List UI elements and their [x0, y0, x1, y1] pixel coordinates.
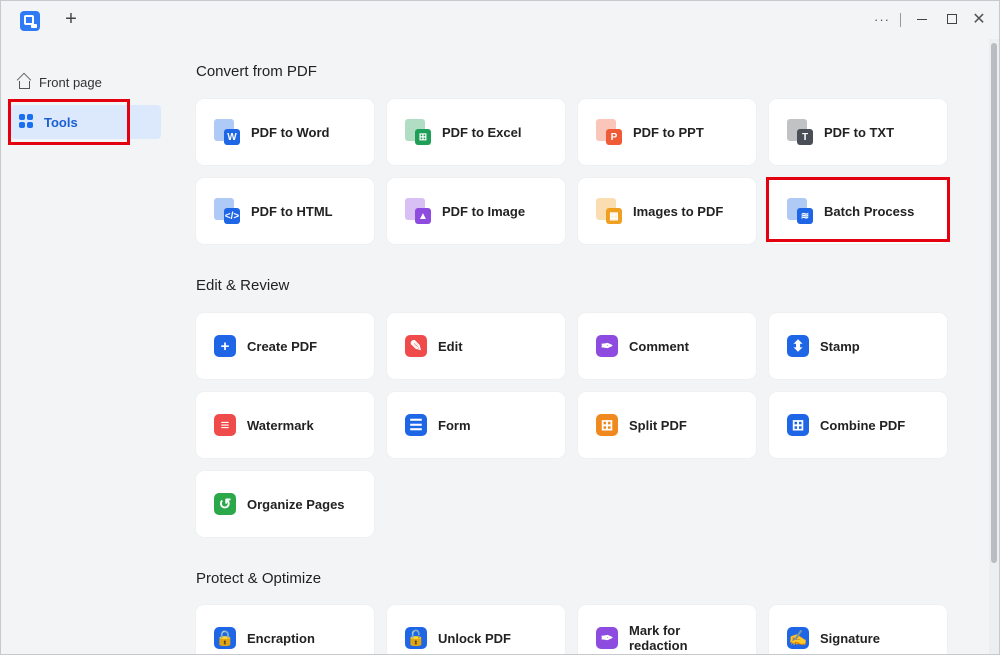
more-options-button[interactable]: ··· [873, 9, 891, 29]
pdf-to-image-icon: ▲ [405, 198, 431, 224]
tool-card-label: Organize Pages [247, 496, 345, 512]
sidebar-item-label: Front page [39, 74, 102, 90]
tool-card-label: Stamp [820, 338, 860, 354]
maximize-button[interactable] [944, 9, 960, 29]
tool-card-label: Watermark [247, 417, 314, 433]
tool-card-create-pdf[interactable]: + Create PDF [196, 313, 374, 379]
pdf-to-excel-icon: ⊞ [405, 119, 431, 145]
tool-card-pdf-to-image[interactable]: ▲ PDF to Image [387, 178, 565, 244]
form-icon: ☰ [405, 414, 427, 436]
tool-card-signature[interactable]: ✍ Signature [769, 605, 947, 654]
tool-card-label: Signature [820, 630, 880, 646]
tool-card-label: Form [438, 417, 471, 433]
tool-card-split-pdf[interactable]: ⊞ Split PDF [578, 392, 756, 458]
tool-card-images-to-pdf[interactable]: ▦ Images to PDF [578, 178, 756, 244]
title-bar: + ··· ✕ [1, 1, 999, 39]
tool-card-form[interactable]: ☰ Form [387, 392, 565, 458]
tool-card-mark-for-redaction[interactable]: ✒ Mark for redaction [578, 605, 756, 654]
tools-content: Convert from PDF W PDF to Word ⊞ PDF to Exc… [178, 39, 988, 654]
sidebar-item-label: Tools [44, 114, 78, 130]
tools-grid-icon [19, 114, 35, 130]
unlock-pdf-icon: 🔓 [405, 627, 427, 649]
tool-card-pdf-to-ppt[interactable]: P PDF to PPT [578, 99, 756, 165]
tool-card-label: Mark for redaction [629, 623, 688, 653]
tool-card-label: Batch Process [824, 203, 915, 219]
comment-icon: ✒ [596, 335, 618, 357]
tool-card-label: Combine PDF [820, 417, 906, 433]
tool-card-edit[interactable]: ✎ Edit [387, 313, 565, 379]
sidebar-item-front-page[interactable]: Front page [11, 65, 161, 99]
tool-card-label: PDF to Image [442, 203, 526, 219]
tool-card-label: Split PDF [629, 417, 687, 433]
tool-card-label: PDF to TXT [824, 124, 895, 140]
tool-card-pdf-to-html[interactable]: </> PDF to HTML [196, 178, 374, 244]
new-tab-button[interactable]: + [62, 9, 80, 29]
tool-card-organize-pages[interactable]: ↺ Organize Pages [196, 471, 374, 537]
tool-card-label: PDF to Excel [442, 124, 522, 140]
tool-card-label: Edit [438, 338, 463, 354]
maximize-icon [947, 14, 957, 24]
signature-icon: ✍ [787, 627, 809, 649]
split-pdf-icon: ⊞ [596, 414, 618, 436]
scrollbar-thumb[interactable] [991, 43, 997, 563]
batch-process-icon: ≋ [787, 198, 813, 224]
tool-card-label: PDF to HTML [251, 203, 333, 219]
watermark-icon: ≡ [214, 414, 236, 436]
mark-for-redaction-icon: ✒ [596, 627, 618, 649]
pdf-to-html-icon: </> [214, 198, 240, 224]
tool-card-label: Images to PDF [633, 203, 724, 219]
images-to-pdf-icon: ▦ [596, 198, 622, 224]
close-button[interactable]: ✕ [971, 9, 987, 29]
section-title-convert: Convert from PDF [196, 63, 317, 80]
tool-card-label: Comment [629, 338, 689, 354]
titlebar-divider [900, 13, 901, 27]
minimize-icon [917, 18, 927, 20]
pdf-to-ppt-icon: P [596, 119, 622, 145]
tool-card-label: Encraption [247, 630, 315, 646]
tool-card-stamp[interactable]: ⬍ Stamp [769, 313, 947, 379]
tool-card-label: PDF to PPT [633, 124, 704, 140]
home-icon [19, 81, 30, 89]
tool-card-label: PDF to Word [251, 124, 330, 140]
tool-card-comment[interactable]: ✒ Comment [578, 313, 756, 379]
pdf-to-word-icon: W [214, 119, 240, 145]
combine-pdf-icon: ⊞ [787, 414, 809, 436]
tool-card-label: Create PDF [247, 338, 318, 354]
tool-card-unlock-pdf[interactable]: 🔓 Unlock PDF [387, 605, 565, 654]
tool-card-combine-pdf[interactable]: ⊞ Combine PDF [769, 392, 947, 458]
app-logo-icon [20, 11, 40, 31]
minimize-button[interactable] [914, 9, 930, 29]
vertical-scrollbar[interactable] [989, 39, 999, 654]
sidebar: Front page Tools [1, 39, 177, 654]
organize-pages-icon: ↺ [214, 493, 236, 515]
app-window: + ··· ✕ Front page Tools Convert from PD… [0, 0, 1000, 655]
stamp-icon: ⬍ [787, 335, 809, 357]
tool-card-watermark[interactable]: ≡ Watermark [196, 392, 374, 458]
pdf-to-txt-icon: T [787, 119, 813, 145]
edit-icon: ✎ [405, 335, 427, 357]
tool-card-pdf-to-txt[interactable]: T PDF to TXT [769, 99, 947, 165]
tool-card-label: Unlock PDF [438, 630, 511, 646]
section-title-protect: Protect & Optimize [196, 570, 322, 587]
section-title-edit: Edit & Review [196, 277, 290, 294]
encraption-icon: 🔒 [214, 627, 236, 649]
tool-card-pdf-to-word[interactable]: W PDF to Word [196, 99, 374, 165]
tool-card-pdf-to-excel[interactable]: ⊞ PDF to Excel [387, 99, 565, 165]
create-pdf-icon: + [214, 335, 236, 357]
tool-card-batch-process[interactable]: ≋ Batch Process [769, 178, 947, 244]
tool-card-encraption[interactable]: 🔒 Encraption [196, 605, 374, 654]
sidebar-item-tools[interactable]: Tools [11, 105, 161, 139]
